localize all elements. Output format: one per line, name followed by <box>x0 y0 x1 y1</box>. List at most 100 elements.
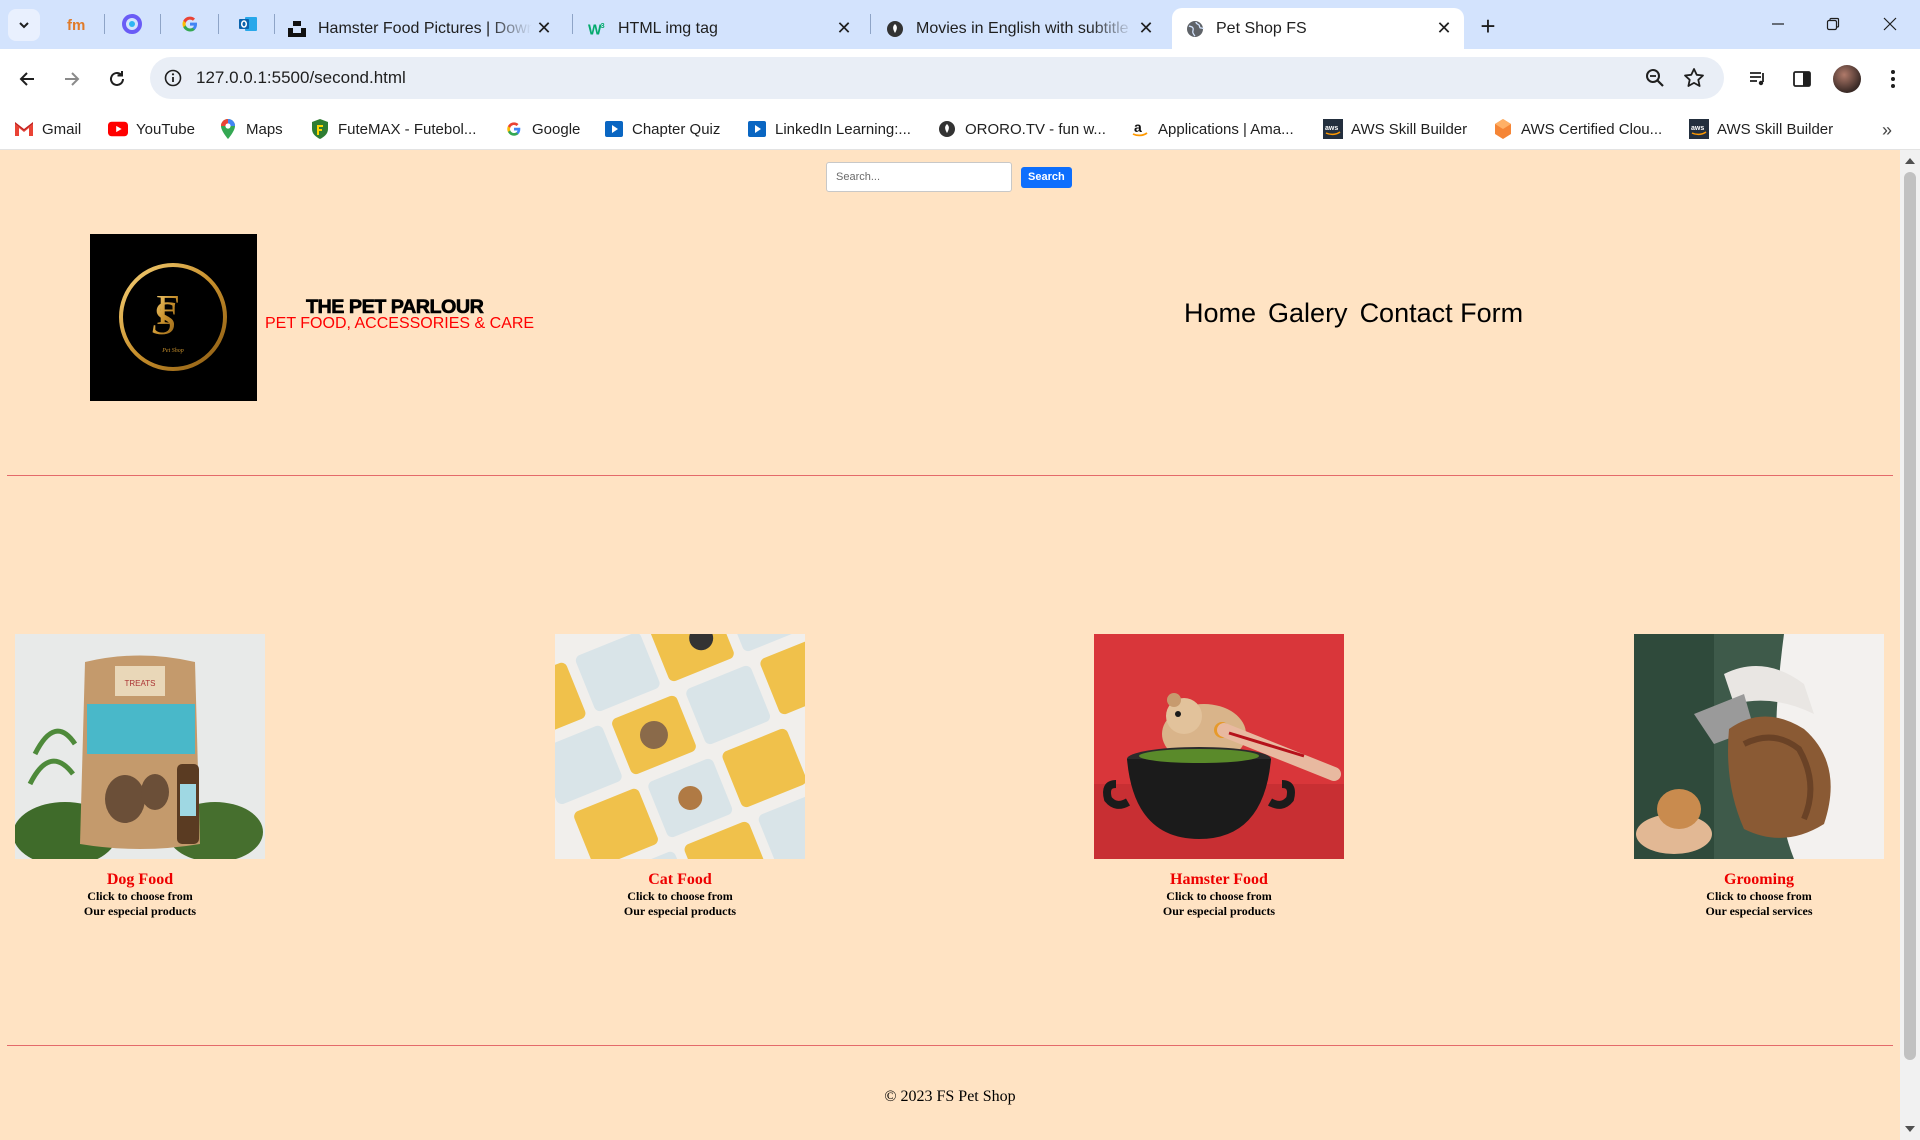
bookmark-aws-certified[interactable]: AWS Certified Clou... <box>1493 117 1662 141</box>
pinned-tab-copilot[interactable] <box>120 12 144 36</box>
card-grooming[interactable]: Grooming Click to choose from Our especi… <box>1634 634 1884 919</box>
side-panel-button[interactable] <box>1785 62 1819 96</box>
card-title[interactable]: Cat Food <box>555 871 805 889</box>
close-icon <box>1883 17 1897 31</box>
ororo-icon <box>937 119 957 139</box>
card-title[interactable]: Grooming <box>1634 871 1884 889</box>
site-info-icon[interactable] <box>162 67 184 89</box>
tab-html-img[interactable]: W3 HTML img tag ✕ <box>574 8 864 49</box>
tab-hamster-food[interactable]: Hamster Food Pictures | Downl ✕ <box>274 8 564 49</box>
page-viewport: Search F S Pet Shop THE PET PARLOUR PET … <box>0 150 1920 1140</box>
gmail-icon <box>14 119 34 139</box>
google-icon <box>182 16 197 32</box>
w3-icon: W3 <box>588 20 606 38</box>
bookmark-label: LinkedIn Learning:... <box>775 120 911 138</box>
close-icon[interactable]: ✕ <box>1432 17 1456 41</box>
new-tab-button[interactable]: + <box>1474 11 1502 41</box>
url-text[interactable]: 127.0.0.1:5500/second.html <box>196 68 406 88</box>
reload-button[interactable] <box>100 62 134 96</box>
brand-subtitle: PET FOOD, ACCESSORIES & CARE <box>265 315 535 332</box>
pinned-tab-outlook[interactable] <box>236 12 260 36</box>
cat-food-image[interactable] <box>555 634 805 859</box>
tab-title: Hamster Food Pictures | Downl <box>318 19 532 37</box>
bookmark-google[interactable]: Google <box>504 117 580 141</box>
card-line: Our especial products <box>623 904 737 918</box>
nav-home[interactable]: Home <box>1184 298 1256 329</box>
restore-button[interactable] <box>1813 8 1853 40</box>
card-cat-food[interactable]: Cat Food Click to choose from Our especi… <box>555 634 805 919</box>
scroll-up-arrow[interactable] <box>1905 158 1915 164</box>
tab-movies[interactable]: Movies in English with subtitle ✕ <box>872 8 1166 49</box>
back-button[interactable] <box>10 62 44 96</box>
tab-search-button[interactable] <box>8 9 40 41</box>
ororo-icon <box>886 20 904 38</box>
search-form: Search <box>826 162 1072 192</box>
bookmark-maps[interactable]: Maps <box>218 117 283 141</box>
media-queue-icon <box>1750 72 1764 86</box>
close-icon[interactable]: ✕ <box>532 17 556 41</box>
minimize-button[interactable] <box>1758 8 1798 40</box>
tab-title: Movies in English with subtitle <box>916 19 1129 37</box>
futemax-icon <box>310 119 330 139</box>
tab-title: Pet Shop FS <box>1216 19 1307 37</box>
dog-food-image[interactable]: TREATS <box>15 634 265 859</box>
bookmark-amazon[interactable]: a Applications | Ama... <box>1130 117 1294 141</box>
close-icon[interactable]: ✕ <box>832 17 856 41</box>
search-button[interactable]: Search <box>1021 166 1072 188</box>
tab-pet-shop[interactable]: Pet Shop FS ✕ <box>1172 8 1464 49</box>
pinned-tab-fm[interactable]: fm <box>64 12 88 36</box>
restore-icon <box>1826 17 1840 31</box>
bookmark-label: AWS Skill Builder <box>1717 120 1834 138</box>
bookmark-aws-skill-builder-2[interactable]: aws AWS Skill Builder <box>1689 117 1833 141</box>
quiz-icon <box>604 119 624 139</box>
shop-logo[interactable]: F S Pet Shop <box>90 234 257 401</box>
main-nav: Home Galery Contact Form <box>1184 298 1523 329</box>
card-dog-food[interactable]: TREATS Dog Food Click to choose from Our… <box>15 634 265 919</box>
browser-menu-button[interactable] <box>1876 62 1910 96</box>
scroll-down-arrow[interactable] <box>1905 1126 1915 1132</box>
bookmark-label: Gmail <box>42 120 82 138</box>
zoom-icon[interactable] <box>1644 67 1666 94</box>
copilot-icon <box>122 14 142 34</box>
bookmark-chapter-quiz[interactable]: Chapter Quiz <box>604 117 720 141</box>
more-bookmarks-icon[interactable]: » <box>1882 120 1892 141</box>
bookmark-aws-skill-builder[interactable]: aws AWS Skill Builder <box>1323 117 1467 141</box>
bookmark-star-icon[interactable] <box>1682 66 1706 95</box>
nav-galery[interactable]: Galery <box>1268 298 1348 329</box>
pinned-tab-google[interactable] <box>178 12 202 36</box>
close-window-button[interactable] <box>1870 8 1910 40</box>
bookmark-linkedin-learning[interactable]: LinkedIn Learning:... <box>747 117 911 141</box>
page-scrollbar[interactable] <box>1900 150 1920 1140</box>
footer-divider <box>7 1045 1893 1046</box>
card-line: Our especial products <box>1162 904 1276 918</box>
card-hamster-food[interactable]: Hamster Food Click to choose from Our es… <box>1094 634 1344 919</box>
bookmark-futemax[interactable]: FuteMAX - Futebol... <box>310 117 476 141</box>
hamster-food-image[interactable] <box>1094 634 1344 859</box>
forward-button[interactable] <box>55 62 89 96</box>
scroll-thumb[interactable] <box>1904 172 1916 1060</box>
grooming-image[interactable] <box>1634 634 1884 859</box>
card-line: Click to choose from <box>627 889 733 903</box>
bookmark-gmail[interactable]: Gmail <box>14 117 81 141</box>
card-line: Click to choose from <box>87 889 193 903</box>
bookmark-ororo[interactable]: ORORO.TV - fun w... <box>937 117 1106 141</box>
bookmark-label: AWS Skill Builder <box>1351 120 1468 138</box>
aws-icon: aws <box>1689 119 1709 139</box>
svg-text:Pet Shop: Pet Shop <box>161 348 184 354</box>
unsplash-icon <box>288 20 306 38</box>
svg-text:S: S <box>152 292 176 345</box>
media-controls-button[interactable] <box>1741 62 1775 96</box>
close-icon[interactable]: ✕ <box>1134 17 1158 41</box>
card-title[interactable]: Hamster Food <box>1094 871 1344 889</box>
arrow-left-icon <box>19 72 34 86</box>
card-title[interactable]: Dog Food <box>15 871 265 889</box>
bookmark-label: Chapter Quiz <box>632 120 721 138</box>
nav-contact-form[interactable]: Contact Form <box>1360 298 1524 329</box>
search-input[interactable] <box>826 162 1012 192</box>
profile-avatar[interactable] <box>1833 65 1861 93</box>
footer-copyright: © 2023 FS Pet Shop <box>884 1088 1016 1105</box>
address-bar[interactable]: 127.0.0.1:5500/second.html <box>150 57 1724 99</box>
reload-icon <box>110 71 124 86</box>
bookmark-youtube[interactable]: YouTube <box>108 117 195 141</box>
bookmark-label: ORORO.TV - fun w... <box>965 120 1106 138</box>
